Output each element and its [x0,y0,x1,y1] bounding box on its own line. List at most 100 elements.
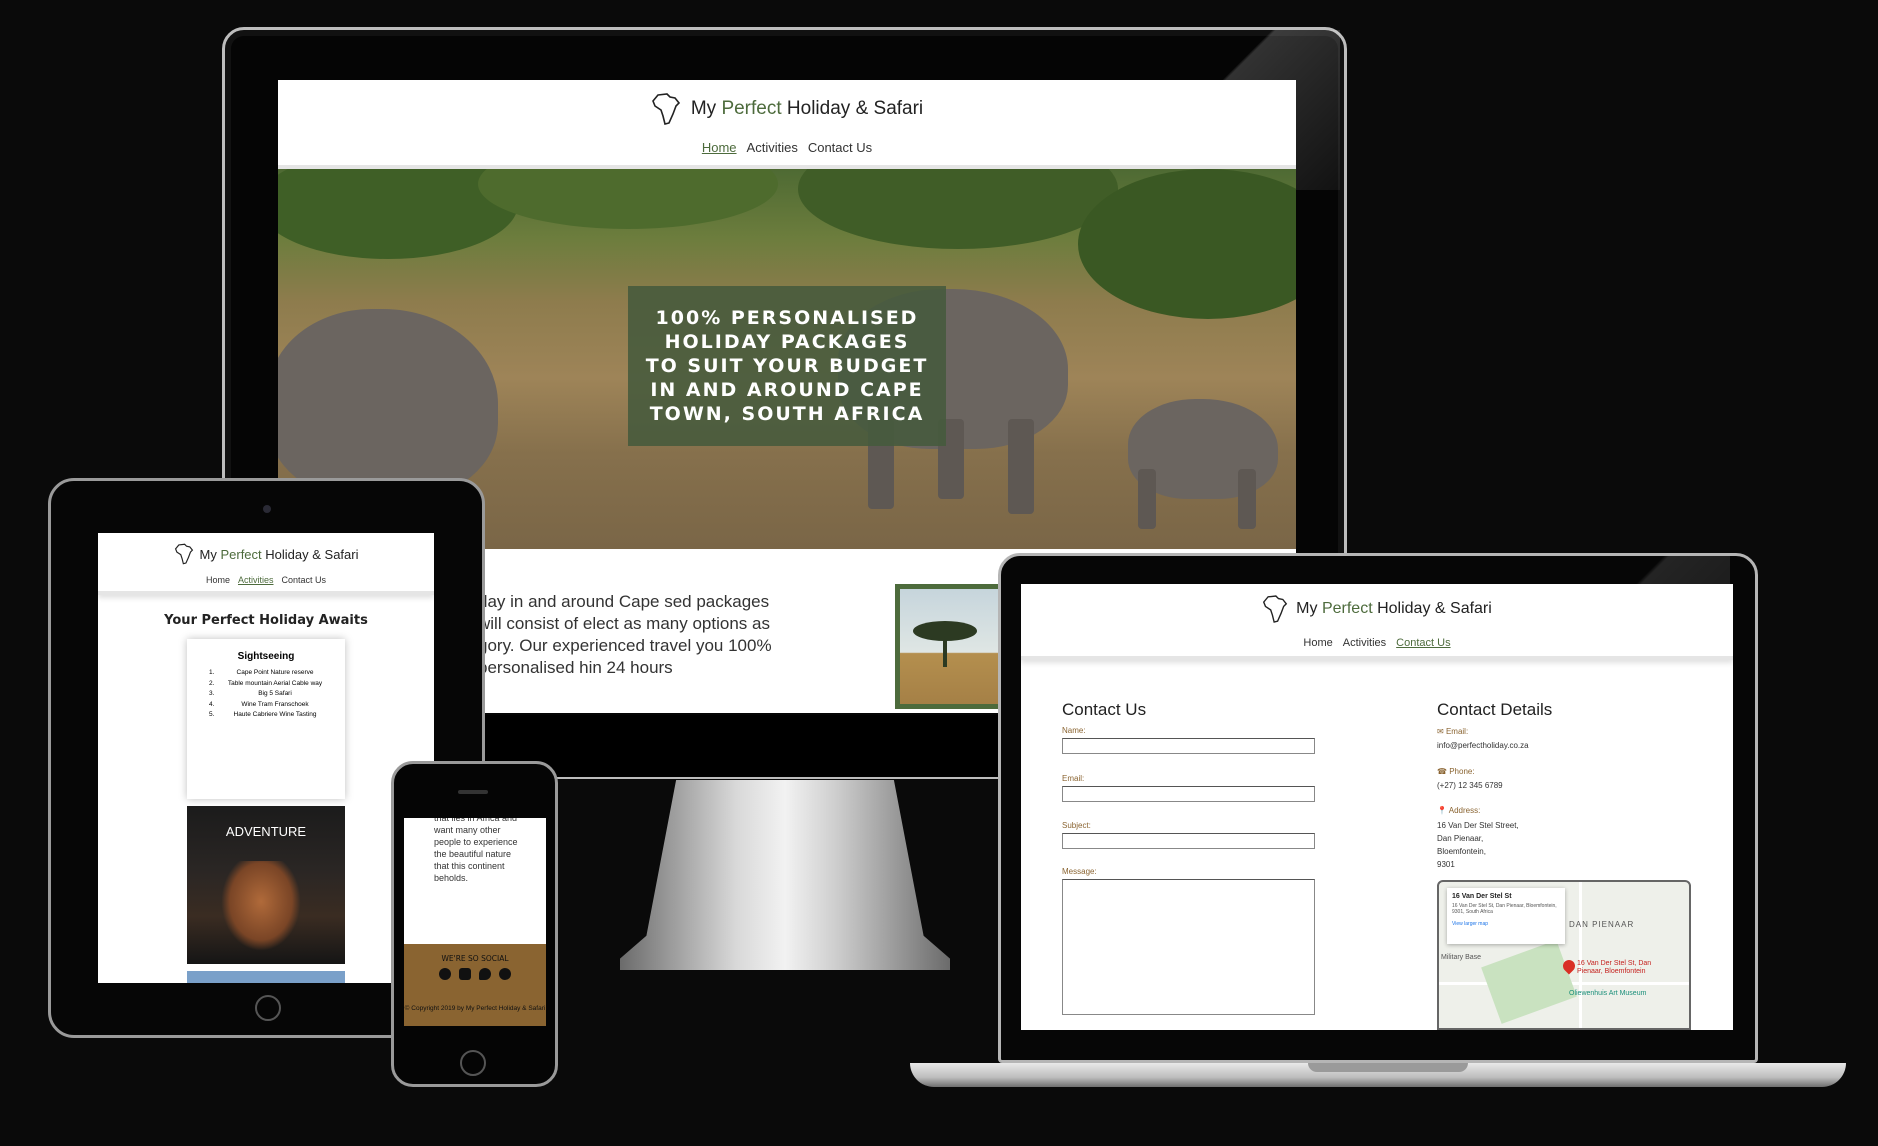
list-item: 4. Wine Tram Franschoek [209,700,309,708]
brand-accent: Perfect [721,98,782,119]
brand-suffix: Holiday & Safari [786,98,924,119]
social-links [404,968,546,980]
about-text: that lies in Africa and want many other … [434,818,518,883]
acacia-tree-icon [913,621,977,667]
elephant-left [278,309,498,499]
nav-contact[interactable]: Contact Us [1396,637,1450,649]
museum-label: Oliewenhuis Art Museum [1569,990,1647,997]
phone-value[interactable]: (+27) 12 345 6789 [1437,779,1503,792]
subject-field[interactable] [1062,833,1315,849]
brand-accent: Perfect [220,546,262,562]
brand-suffix: Holiday & Safari [1377,600,1492,617]
nav-home[interactable]: Home [1303,637,1332,649]
nav-activities[interactable]: Activities [747,140,798,155]
copyright: © Copyright 2019 by My Perfect Holiday &… [404,1005,546,1012]
bush [798,169,1118,249]
card-title: Sightseeing [237,651,295,662]
brand-accent: Perfect [1321,600,1373,617]
laptop-screen: My Perfect Holiday & Safari Home Activit… [1021,584,1733,1030]
message-label: Message: [1062,867,1097,876]
phone-home-button[interactable] [460,1050,486,1076]
envelope-icon: ✉ [1437,727,1444,736]
email-field[interactable] [1062,786,1315,802]
main-nav: Home Activities Contact Us [98,575,434,585]
list-item: 3. Big 5 Safari [209,690,292,697]
nav-home[interactable]: Home [702,140,737,155]
pinterest-icon[interactable] [499,968,511,980]
site-header: My Perfect Holiday & Safari Home Activit… [98,533,434,595]
tablet-screen: My Perfect Holiday & Safari Home Activit… [98,533,434,983]
phone-detail: ☎ Phone: [1437,767,1475,776]
sightseeing-card[interactable]: Sightseeing 1. Cape Point Nature reserve … [187,639,345,799]
tablet-camera [263,505,271,513]
address-detail: 📍 Address: [1437,806,1481,815]
brand-prefix: My [690,98,717,119]
brand-prefix: My [199,546,217,562]
pin-label: 16 Van Der Stel St, Dan Pienaar, Bloemfo… [1577,960,1652,975]
brand-logo[interactable]: My Perfect Holiday & Safari [98,543,434,565]
area-label: DAN PIENAAR [1569,920,1635,929]
twitter-icon[interactable] [479,968,491,980]
address-value: 16 Van Der Stel Street, Dan Pienaar, Blo… [1437,821,1519,869]
nav-home[interactable]: Home [206,575,230,585]
place-title: 16 Van Der Stel St [1452,893,1512,900]
nav-activities[interactable]: Activities [1343,637,1386,649]
message-textarea[interactable] [1062,879,1315,1015]
site-header: My Perfect Holiday & Safari Home Activit… [278,80,1296,169]
sightseeing-list: 1. Cape Point Nature reserve 2. Table moun… [195,668,337,721]
email-value[interactable]: info@perfectholiday.co.za [1437,739,1529,752]
map-road [1579,882,1582,1028]
list-item: 2. Table mountain Aerial Cable way [209,679,323,687]
nav-contact[interactable]: Contact Us [282,575,327,585]
map-pin-icon: 📍 [1437,806,1447,815]
africa-icon [174,543,193,565]
intro-text: day in and around Cape sed packages will… [478,592,772,677]
card-title: ADVENTURE [225,824,307,839]
elephant-leg [1138,469,1156,529]
nav-contact[interactable]: Contact Us [808,140,872,155]
email-label: Email: [1062,774,1085,783]
brand-logo[interactable]: My Perfect Holiday & Safari [1021,594,1733,624]
google-map[interactable]: 16 Van Der Stel St 16 Van Der Stel St, D… [1437,880,1691,1030]
site-footer: WE'RE SO SOCIAL © Copyright 2019 by My P… [404,944,546,1026]
next-card[interactable] [187,971,345,983]
name-field[interactable] [1062,738,1315,754]
hero-caption: 100% PERSONALISED HOLIDAY PACKAGES TO SU… [628,286,946,446]
elephant-leg [1238,469,1256,529]
bush [478,169,778,229]
nav-activities[interactable]: Activities [238,575,274,585]
brand-prefix: My [1296,600,1318,617]
contact-form-title: Contact Us [1062,700,1147,719]
elephant-leg [1008,419,1034,514]
main-nav: Home Activities Contact Us [1021,637,1733,649]
list-item: 1. Cape Point Nature reserve [209,669,314,676]
brand-logo[interactable]: My Perfect Holiday & Safari [278,92,1296,126]
place-address: 16 Van Der Stel St, Dan Pienaar, Bloemfo… [1452,903,1557,915]
main-nav: Home Activities Contact Us [278,140,1296,155]
contact-details-title: Contact Details [1437,700,1553,719]
monitor-stand [620,780,950,970]
name-label: Name: [1062,726,1086,735]
phone-speaker [458,790,488,794]
tablet-home-button[interactable] [255,995,281,1021]
email-detail: ✉ Email: [1437,727,1469,736]
adventure-card[interactable]: ADVENTURE [187,806,345,964]
section-title: Your Perfect Holiday Awaits [164,613,368,628]
view-larger-map-link[interactable]: View larger map [1452,921,1560,927]
map-park [1481,940,1577,1024]
phone-screen: that lies in Africa and want many other … [404,818,546,1026]
instagram-icon[interactable] [459,968,471,980]
laptop-notch [1308,1063,1468,1072]
list-item: 5. Haute Cabriere Wine Tasting [209,711,317,718]
africa-icon [1263,595,1288,623]
subject-label: Subject: [1062,821,1091,830]
africa-icon [651,93,680,125]
social-title: WE'RE SO SOCIAL [441,954,509,963]
site-header: My Perfect Holiday & Safari Home Activit… [1021,584,1733,660]
facebook-icon[interactable] [439,968,451,980]
map-place-card: 16 Van Der Stel St 16 Van Der Stel St, D… [1447,888,1565,944]
brand-suffix: Holiday & Safari [265,546,359,562]
horse-photo [221,861,301,951]
military-label: Military Base [1441,954,1482,961]
acacia-photo [895,584,1005,709]
